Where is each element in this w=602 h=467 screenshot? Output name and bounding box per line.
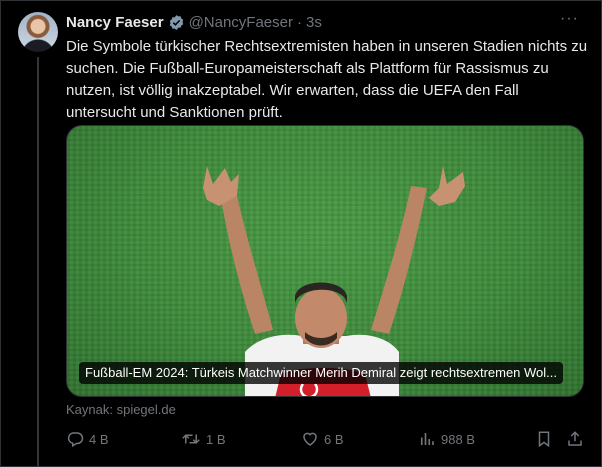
reply-count: 4 B — [89, 431, 109, 447]
share-button[interactable] — [566, 429, 584, 449]
views-icon — [418, 430, 436, 448]
reply-icon — [66, 430, 84, 448]
tweet-timestamp[interactable]: 3s — [306, 14, 322, 31]
player-illustration — [203, 166, 465, 396]
like-count: 6 B — [324, 431, 344, 447]
like-button[interactable]: 6 B — [301, 429, 344, 449]
author-name[interactable]: Nancy Faeser — [66, 14, 164, 31]
views-button[interactable]: 988 B — [418, 429, 475, 449]
tweet-card: Nancy Faeser @NancyFaeser · 3s ··· Die S… — [0, 0, 602, 467]
retweet-count: 1 B — [206, 431, 226, 447]
retweet-icon — [181, 430, 201, 448]
separator-dot: · — [297, 13, 302, 31]
share-icon — [566, 430, 584, 448]
tweet-header: Nancy Faeser @NancyFaeser · 3s ··· — [66, 10, 579, 32]
source-link[interactable]: Kaynak: spiegel.de — [66, 402, 176, 417]
retweet-button[interactable]: 1 B — [181, 429, 226, 449]
tweet-media-image[interactable]: Fußball-EM 2024: Türkeis Matchwinner Mer… — [66, 125, 584, 397]
tweet-actions: 4 B 1 B 6 B 988 B — [66, 429, 586, 449]
reply-button[interactable]: 4 B — [66, 429, 109, 449]
heart-icon — [301, 430, 319, 448]
more-options-icon[interactable]: ··· — [560, 10, 579, 28]
bookmark-icon — [535, 430, 553, 448]
tweet-text: Die Symbole türkischer Rechtsextremisten… — [66, 38, 588, 121]
author-handle[interactable]: @NancyFaeser — [189, 14, 293, 31]
thread-line — [37, 57, 39, 467]
bookmark-button[interactable] — [535, 429, 553, 449]
verified-badge-icon — [168, 14, 185, 31]
author-avatar[interactable] — [18, 12, 58, 52]
views-count: 988 B — [441, 431, 475, 447]
media-caption: Fußball-EM 2024: Türkeis Matchwinner Mer… — [79, 362, 564, 384]
